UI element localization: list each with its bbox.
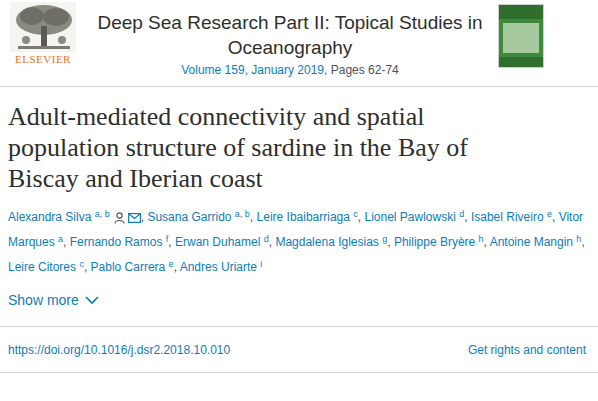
affiliation-marks[interactable]: h (479, 234, 484, 244)
author-separator: , (358, 210, 361, 224)
author-name[interactable]: Philippe Bryère (394, 235, 475, 249)
affiliation-marks[interactable]: a (58, 234, 63, 244)
issue-link[interactable]: Volume 159, January 2019 (181, 63, 324, 77)
affiliation-marks[interactable]: h (576, 234, 581, 244)
doi-bar: https://doi.org/10.1016/j.dsr2.2018.10.0… (0, 326, 598, 373)
author-separator: , (168, 235, 171, 249)
affiliation-marks[interactable]: e (169, 259, 174, 269)
envelope-icon[interactable] (128, 213, 141, 223)
author-separator: , (141, 210, 144, 224)
affiliation-marks[interactable]: i (260, 259, 262, 269)
author-separator: , (84, 260, 87, 274)
author[interactable]: Leire Citores c, (8, 260, 87, 274)
author-name[interactable]: Antoine Mangin (490, 235, 573, 249)
author-separator: , (269, 235, 272, 249)
author-name[interactable]: Isabel Riveiro (471, 210, 544, 224)
author-separator: , (63, 235, 66, 249)
author-name[interactable]: Leire Ibaibarriaga (257, 210, 350, 224)
author[interactable]: Antoine Mangin h, (490, 235, 585, 249)
publisher-logo[interactable]: ELSEVIER (4, 2, 82, 66)
affiliation-marks[interactable]: a, b (95, 209, 110, 219)
author-separator: , (581, 235, 584, 249)
author[interactable]: Isabel Riveiro e, (471, 210, 555, 224)
rights-link[interactable]: Get rights and content (468, 341, 586, 359)
journal-cover[interactable] (498, 4, 544, 68)
doi-link[interactable]: https://doi.org/10.1016/j.dsr2.2018.10.0… (8, 341, 230, 359)
issue-line: Volume 159, January 2019, Pages 62-74 (181, 61, 399, 79)
author[interactable]: Fernando Ramos f, (70, 235, 172, 249)
author-name[interactable]: Leire Citores (8, 260, 76, 274)
affiliation-marks[interactable]: c (353, 209, 358, 219)
author-separator: , (484, 235, 487, 249)
author[interactable]: Magdalena Iglesias g, (275, 235, 390, 249)
author-separator: , (552, 210, 555, 224)
author[interactable]: Leire Ibaibarriaga c, (257, 210, 362, 224)
person-icon[interactable] (114, 212, 125, 224)
author[interactable]: Andres Uriarte i (180, 260, 263, 274)
tree-icon (10, 2, 76, 52)
author[interactable]: Lionel Pawlowski d, (364, 210, 467, 224)
journal-title[interactable]: Deep Sea Research Part II: Topical Studi… (90, 10, 490, 60)
author-name[interactable]: Alexandra Silva (8, 210, 91, 224)
show-more-button[interactable]: Show more (8, 288, 598, 312)
affiliation-marks[interactable]: a, b (235, 209, 250, 219)
author[interactable]: Erwan Duhamel d, (175, 235, 272, 249)
journal-header: ELSEVIER Deep Sea Research Part II: Topi… (0, 0, 598, 87)
author[interactable]: Alexandra Silva a, b, (8, 210, 144, 224)
author-name[interactable]: Susana Garrido (147, 210, 231, 224)
publisher-name[interactable]: ELSEVIER (15, 52, 71, 66)
show-more-label[interactable]: Show more (8, 290, 79, 311)
affiliation-marks[interactable]: d (459, 209, 464, 219)
author-name[interactable]: Lionel Pawlowski (364, 210, 455, 224)
author-name[interactable]: Fernando Ramos (70, 235, 163, 249)
journal-info: Deep Sea Research Part II: Topical Studi… (82, 2, 498, 79)
author-separator: , (174, 260, 177, 274)
author-separator: , (250, 210, 253, 224)
author[interactable]: Philippe Bryère h, (394, 235, 487, 249)
author[interactable]: Pablo Carrera e, (91, 260, 177, 274)
author-name[interactable]: Andres Uriarte (180, 260, 257, 274)
author-list: Alexandra Silva a, b, Susana Garrido a, … (8, 205, 594, 280)
affiliation-marks[interactable]: e (547, 209, 552, 219)
chevron-down-icon (85, 296, 99, 305)
author-separator: , (387, 235, 390, 249)
author-separator: , (464, 210, 467, 224)
author-name[interactable]: Erwan Duhamel (175, 235, 260, 249)
author-name[interactable]: Pablo Carrera (91, 260, 166, 274)
pages: , Pages 62-74 (324, 63, 399, 77)
corresponding-marks[interactable] (114, 212, 141, 224)
author-name[interactable]: Magdalena Iglesias (275, 235, 378, 249)
article-title: Adult-mediated connectivity and spatial … (8, 101, 478, 194)
affiliation-marks[interactable]: f (166, 234, 169, 244)
affiliation-marks[interactable]: g (382, 234, 387, 244)
author[interactable]: Susana Garrido a, b, (147, 210, 253, 224)
affiliation-marks[interactable]: d (264, 234, 269, 244)
affiliation-marks[interactable]: c (79, 259, 84, 269)
